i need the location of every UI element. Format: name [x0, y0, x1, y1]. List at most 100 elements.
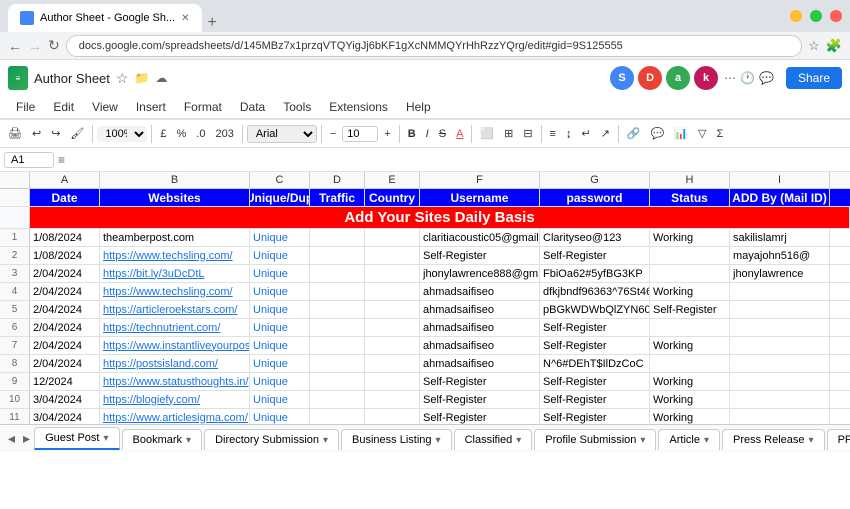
cell-unique[interactable]: Unique [250, 373, 310, 390]
cell-password[interactable]: FbiOa62#5yfBG3KP [540, 265, 650, 282]
font-size-increase-icon[interactable]: + [380, 126, 394, 142]
star-icon[interactable]: ☆ [116, 70, 129, 87]
link-icon[interactable]: 🔗 [623, 125, 645, 142]
bookmark-star-icon[interactable]: ☆ [808, 38, 820, 54]
align-v-icon[interactable]: ↨ [562, 126, 576, 142]
sheet-tab-dropdown-icon[interactable]: ▾ [704, 435, 709, 446]
cell-password[interactable]: Self-Register [540, 391, 650, 408]
fill-color-button[interactable]: ⬜ [476, 125, 498, 142]
zoom-select[interactable]: 100% [97, 126, 147, 142]
menu-file[interactable]: File [8, 98, 43, 116]
cloud-save-icon[interactable]: ☁ [155, 71, 167, 85]
cell-traffic[interactable] [310, 319, 365, 336]
redo-icon[interactable]: ↪ [47, 125, 64, 142]
new-tab-button[interactable]: + [202, 14, 223, 32]
col-header-b[interactable]: B [100, 172, 250, 188]
cell-traffic[interactable] [310, 229, 365, 246]
cell-country[interactable] [365, 265, 420, 282]
menu-tools[interactable]: Tools [275, 98, 319, 116]
cell-website[interactable]: https://www.techsling.com/ [100, 247, 250, 264]
cell-status[interactable]: Working [650, 373, 730, 390]
cell-date[interactable]: 1/08/2024 [30, 247, 100, 264]
cell-username[interactable]: ahmadsaifiseo [420, 301, 540, 318]
website-link[interactable]: https://www.instantliveyourpost.com/ [103, 340, 250, 352]
more-options-icon[interactable]: ⋯ [724, 71, 736, 85]
font-select[interactable]: Arial [247, 125, 317, 143]
cell-addby[interactable]: jhonylawrence [730, 265, 830, 282]
cell-username[interactable]: ahmadsaifiseo [420, 337, 540, 354]
sheet-tab-dropdown-icon[interactable]: ▾ [516, 435, 521, 446]
sheet-tab-ppt[interactable]: PPT▾ [827, 429, 850, 450]
cell-country[interactable] [365, 247, 420, 264]
table-row[interactable]: 7 2/04/2024 https://www.instantliveyourp… [0, 337, 850, 355]
comments-icon[interactable]: 💬 [759, 71, 774, 85]
cell-status[interactable]: Working [650, 337, 730, 354]
cell-unique[interactable]: Unique [250, 265, 310, 282]
history-icon[interactable]: 🕐 [740, 71, 755, 85]
header-status[interactable]: Status [650, 189, 730, 206]
cell-unique[interactable]: Unique [250, 247, 310, 264]
cell-date[interactable]: 2/04/2024 [30, 301, 100, 318]
cell-date[interactable]: 3/04/2024 [30, 391, 100, 408]
menu-extensions[interactable]: Extensions [321, 98, 396, 116]
cell-date[interactable]: 2/04/2024 [30, 265, 100, 282]
chart-icon[interactable]: 📊 [670, 125, 692, 142]
tab-close-icon[interactable]: ✕ [181, 13, 189, 24]
cell-unique[interactable]: Unique [250, 319, 310, 336]
cell-addby[interactable] [730, 355, 830, 372]
col-header-g[interactable]: G [540, 172, 650, 188]
wrap-icon[interactable]: ↵ [577, 125, 594, 142]
reload-icon[interactable]: ↻ [48, 37, 60, 54]
website-link[interactable]: https://www.articlesigma.com/ [103, 412, 248, 424]
website-link[interactable]: https://www.techsling.com/ [103, 286, 233, 298]
cell-status[interactable] [650, 319, 730, 336]
cell-username[interactable]: ahmadsaifiseo [420, 283, 540, 300]
cell-reference-input[interactable] [4, 152, 54, 168]
cell-addby[interactable] [730, 373, 830, 390]
table-row[interactable]: 8 2/04/2024 https://postsisland.com/ Uni… [0, 355, 850, 373]
cell-traffic[interactable] [310, 373, 365, 390]
sheet-tab-profile-submission[interactable]: Profile Submission▾ [534, 429, 656, 450]
col-header-h[interactable]: H [650, 172, 730, 188]
cell-country[interactable] [365, 373, 420, 390]
sheet-tab-press-release[interactable]: Press Release▾ [722, 429, 825, 450]
cell-website[interactable]: https://articleroekstars.com/ [100, 301, 250, 318]
website-link[interactable]: https://www.techsling.com/ [103, 250, 233, 262]
website-link[interactable]: https://bit.ly/3uDcDtL [103, 268, 205, 280]
expand-formula-icon[interactable]: ≡ [58, 153, 65, 167]
cell-website[interactable]: theamberpost.com [100, 229, 250, 246]
print-icon[interactable]: 🖨 [4, 125, 26, 142]
menu-view[interactable]: View [84, 98, 126, 116]
font-size-decrease-icon[interactable]: − [326, 126, 340, 142]
decimal-dec-icon[interactable]: .0 [192, 126, 209, 142]
sheet-tab-guest-post[interactable]: Guest Post▾ [34, 427, 119, 450]
cell-status[interactable]: Self-Register [650, 301, 730, 318]
menu-insert[interactable]: Insert [128, 98, 174, 116]
sheet-tab-classified[interactable]: Classified▾ [454, 429, 533, 450]
move-to-drive-icon[interactable]: 📁 [134, 71, 149, 85]
cell-username[interactable]: ahmadsaifiseo [420, 355, 540, 372]
cell-unique[interactable]: Unique [250, 283, 310, 300]
window-maximize-button[interactable] [810, 10, 822, 22]
cell-traffic[interactable] [310, 301, 365, 318]
cell-country[interactable] [365, 283, 420, 300]
cell-password[interactable]: Clarityseo@123 [540, 229, 650, 246]
cell-unique[interactable]: Unique [250, 337, 310, 354]
menu-edit[interactable]: Edit [45, 98, 82, 116]
cell-traffic[interactable] [310, 247, 365, 264]
sheet-tab-next-icon[interactable]: ▸ [19, 430, 34, 447]
active-tab[interactable]: Author Sheet - Google Sh... ✕ [8, 4, 202, 32]
sheet-tab-directory-submission[interactable]: Directory Submission▾ [204, 429, 339, 450]
sheet-tab-dropdown-icon[interactable]: ▾ [103, 433, 108, 444]
cell-date[interactable]: 2/04/2024 [30, 283, 100, 300]
website-link[interactable]: https://technutrient.com/ [103, 322, 220, 334]
header-password[interactable]: password [540, 189, 650, 206]
cell-unique[interactable]: Unique [250, 391, 310, 408]
cell-unique[interactable]: Unique [250, 355, 310, 372]
currency-icon[interactable]: £ [156, 126, 170, 142]
functions-icon[interactable]: Σ [712, 126, 727, 142]
menu-format[interactable]: Format [176, 98, 230, 116]
cell-website[interactable]: https://postsisland.com/ [100, 355, 250, 372]
cell-website[interactable]: https://www.instantliveyourpost.com/ [100, 337, 250, 354]
cell-country[interactable] [365, 319, 420, 336]
